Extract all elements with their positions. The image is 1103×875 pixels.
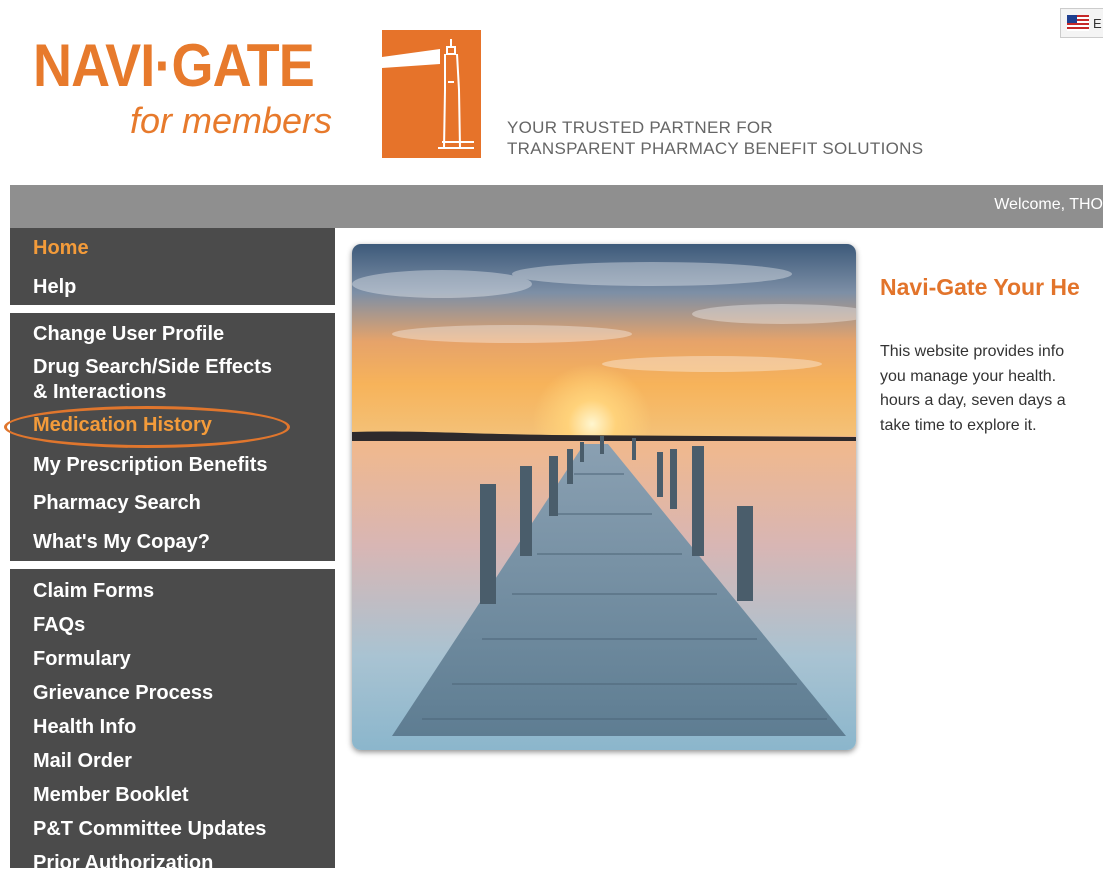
medication-history-highlight [4,406,290,448]
sidebar-item-pt-committee-updates[interactable]: P&T Committee Updates [33,817,266,841]
intro-line: you manage your health. [880,367,1057,385]
logo-wordmark: NAVI·GATE [33,32,315,99]
hero-dock-image [352,244,856,750]
tagline: YOUR TRUSTED PARTNER FOR TRANSPARENT PHA… [507,117,923,159]
welcome-text: Welcome, THO [994,196,1103,213]
welcome-bar: Welcome, THO [10,185,1103,228]
sidebar-item-claim-forms[interactable]: Claim Forms [33,579,154,603]
sidebar-item-formulary[interactable]: Formulary [33,647,131,671]
site-header: NAVI·GATE for members YOUR TRUSTED PARTN… [0,0,1103,185]
sidebar-item-health-info[interactable]: Health Info [33,715,136,739]
sidebar-item-pharmacy-search[interactable]: Pharmacy Search [33,491,201,515]
sidebar-item-drug-search[interactable]: Drug Search/Side Effects [33,355,272,379]
intro-line: hours a day, seven days a [880,392,1066,409]
sidebar-item-home[interactable]: Home [33,236,89,260]
language-label: E [1093,16,1102,31]
sidebar-item-help[interactable]: Help [33,275,76,299]
sidebar-item-prior-authorization[interactable]: Prior Authorization [33,851,213,875]
tagline-line-1: YOUR TRUSTED PARTNER FOR [507,118,774,137]
sidebar-item-change-user-profile[interactable]: Change User Profile [33,322,224,346]
logo-subtitle: for members [130,100,333,141]
intro-line: This website provides info [880,343,1065,360]
lighthouse-icon [382,30,481,158]
nav-group-resources: Claim Forms FAQs Formulary Grievance Pro… [10,569,335,874]
nav-group-primary: Home Help [10,228,335,305]
intro-line: take time to explore it. [880,416,1037,434]
sidebar-item-mail-order[interactable]: Mail Order [33,749,132,773]
us-flag-icon [1067,15,1089,36]
sidebar-item-drug-search-cont[interactable]: & Interactions [33,380,166,404]
sidebar-item-grievance-process[interactable]: Grievance Process [33,681,213,705]
sidebar-item-my-prescription-benefits[interactable]: My Prescription Benefits [33,453,268,477]
tagline-line-2: TRANSPARENT PHARMACY BENEFIT SOLUTIONS [507,139,924,158]
language-button[interactable]: E [1060,8,1103,38]
intro-paragraph: This website provides info you manage yo… [880,340,1103,438]
sidebar-item-whats-my-copay[interactable]: What's My Copay? [33,530,210,554]
sidebar-item-member-booklet[interactable]: Member Booklet [33,783,189,807]
sidebar-nav: Home Help Change User Profile Drug Searc… [4,228,335,874]
sidebar-item-faqs[interactable]: FAQs [33,613,85,637]
page-title: Navi-Gate Your He [880,274,1080,300]
